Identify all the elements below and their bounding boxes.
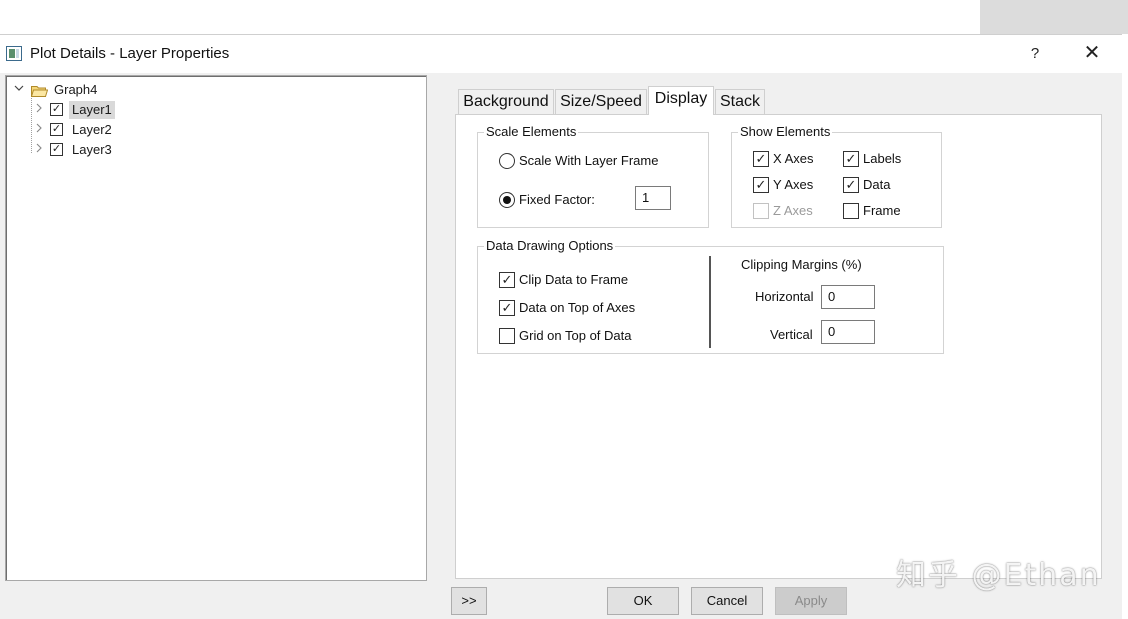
clip-data-to-frame-checkbox[interactable]: ✓ Clip Data to Frame: [499, 271, 679, 289]
chevron-right-icon[interactable]: [34, 143, 44, 157]
vertical-margin-input[interactable]: 0: [821, 320, 875, 344]
ok-button[interactable]: OK: [607, 587, 679, 615]
tree-label-layer3: Layer3: [72, 142, 112, 157]
tree-node-graph[interactable]: Graph4: [14, 81, 134, 99]
check-icon[interactable]: ✓: [499, 272, 515, 288]
checkbox-empty-icon: [753, 203, 769, 219]
data-checkbox[interactable]: ✓ Data: [843, 176, 923, 194]
layer-tree[interactable]: Graph4 ✓ Layer1 ✓ Layer2 ✓ Layer3: [5, 75, 427, 581]
radio-selected-icon[interactable]: [499, 192, 515, 208]
layer1-checkbox[interactable]: ✓: [50, 103, 63, 116]
check-icon[interactable]: ✓: [753, 151, 769, 167]
chevron-right-icon[interactable]: [34, 123, 44, 137]
x-axes-checkbox[interactable]: ✓ X Axes: [753, 150, 833, 168]
frame-checkbox[interactable]: Frame: [843, 202, 923, 220]
layer2-checkbox[interactable]: ✓: [50, 123, 63, 136]
tab-background[interactable]: Background: [458, 89, 554, 115]
fixed-factor-input[interactable]: 1: [635, 186, 671, 210]
display-tab-panel: Scale Elements Scale With Layer Frame Fi…: [455, 114, 1102, 579]
data-on-top-of-axes-checkbox[interactable]: ✓ Data on Top of Axes: [499, 299, 679, 317]
tree-node-layer2[interactable]: ✓ Layer2: [34, 121, 154, 139]
check-icon[interactable]: ✓: [499, 300, 515, 316]
labels-checkbox[interactable]: ✓ Labels: [843, 150, 923, 168]
watermark-text: 知乎 @Ethan: [896, 558, 1101, 593]
apply-button: Apply: [775, 587, 847, 615]
grid-on-top-of-data-checkbox[interactable]: Grid on Top of Data: [499, 327, 679, 345]
vertical-separator: [709, 256, 711, 348]
checkbox-empty-icon[interactable]: [843, 203, 859, 219]
horizontal-label: Horizontal: [755, 289, 814, 304]
background-strip: [0, 0, 1128, 34]
clipping-margins-title: Clipping Margins (%): [741, 257, 862, 272]
tab-stack[interactable]: Stack: [715, 89, 765, 115]
tree-label-layer2: Layer2: [72, 122, 112, 137]
radio-icon[interactable]: [499, 153, 515, 169]
cancel-button[interactable]: Cancel: [691, 587, 763, 615]
expand-button[interactable]: >>: [451, 587, 487, 615]
chevron-right-icon[interactable]: [34, 103, 44, 117]
z-axes-checkbox: Z Axes: [753, 202, 833, 220]
background-window-edge: [980, 0, 1128, 34]
data-drawing-options-title: Data Drawing Options: [484, 238, 616, 253]
y-axes-checkbox[interactable]: ✓ Y Axes: [753, 176, 833, 194]
layer3-checkbox[interactable]: ✓: [50, 143, 63, 156]
scale-with-layer-frame-radio[interactable]: Scale With Layer Frame: [499, 152, 699, 170]
help-button[interactable]: ?: [1024, 41, 1046, 67]
tab-size-speed[interactable]: Size/Speed: [555, 89, 647, 115]
tab-display[interactable]: Display: [648, 86, 714, 115]
plot-details-dialog: Plot Details - Layer Properties ? ✕ Grap…: [0, 34, 1122, 619]
tree-label-layer1: Layer1: [69, 101, 115, 119]
scale-elements-group: Scale Elements Scale With Layer Frame Fi…: [477, 124, 709, 228]
tree-label-graph: Graph4: [54, 82, 98, 97]
vertical-label: Vertical: [770, 327, 813, 342]
title-bar[interactable]: Plot Details - Layer Properties ? ✕: [0, 35, 1122, 73]
show-elements-title: Show Elements: [738, 124, 833, 139]
scale-elements-title: Scale Elements: [484, 124, 579, 139]
check-icon[interactable]: ✓: [843, 177, 859, 193]
fixed-factor-radio[interactable]: Fixed Factor:: [499, 191, 609, 209]
close-button[interactable]: ✕: [1078, 41, 1106, 67]
tree-node-layer1[interactable]: ✓ Layer1: [34, 101, 154, 119]
tree-guide-line: [31, 98, 32, 153]
folder-icon: [30, 84, 49, 97]
origin-app-icon: [6, 46, 22, 61]
horizontal-margin-input[interactable]: 0: [821, 285, 875, 309]
check-icon[interactable]: ✓: [843, 151, 859, 167]
tree-node-layer3[interactable]: ✓ Layer3: [34, 141, 154, 159]
checkbox-empty-icon[interactable]: [499, 328, 515, 344]
check-icon[interactable]: ✓: [753, 177, 769, 193]
show-elements-group: Show Elements ✓ X Axes ✓ Labels ✓ Y Axes…: [731, 124, 942, 228]
data-drawing-options-group: Data Drawing Options ✓ Clip Data to Fram…: [477, 238, 944, 354]
window-title: Plot Details - Layer Properties: [30, 45, 230, 62]
chevron-down-icon[interactable]: [14, 83, 24, 97]
